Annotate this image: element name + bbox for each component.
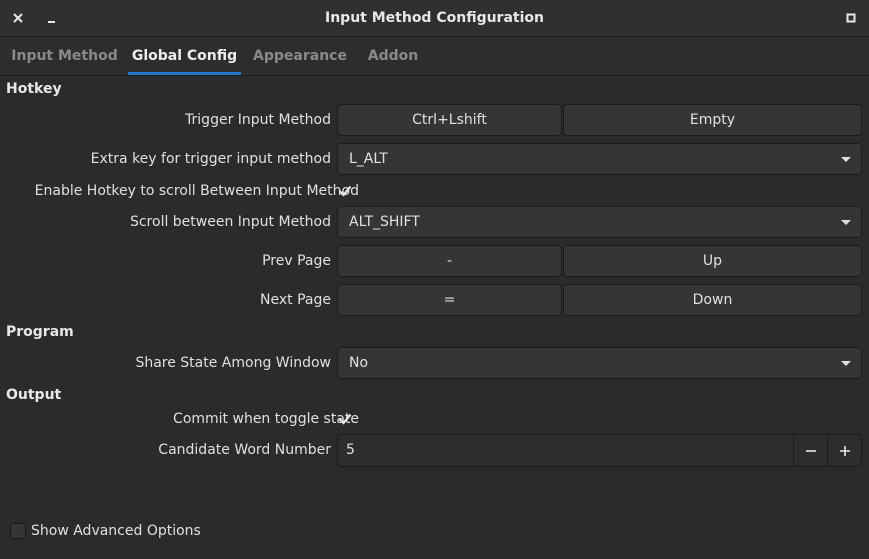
- increment-button[interactable]: [827, 435, 862, 466]
- share-state-label: Share State Among Window: [135, 355, 331, 371]
- tab-appearance[interactable]: Appearance: [248, 37, 352, 75]
- show-advanced-checkbox[interactable]: [10, 523, 26, 539]
- commit-toggle-label: Commit when toggle state: [173, 411, 359, 427]
- window-title: Input Method Configuration: [325, 10, 544, 26]
- commit-toggle-checkbox[interactable]: [337, 411, 353, 427]
- scroll-between-value: ALT_SHIFT: [349, 214, 420, 230]
- candidate-word-number-label: Candidate Word Number: [158, 442, 331, 458]
- candidate-word-number-spinner: 5: [337, 434, 862, 467]
- minus-icon: [806, 449, 816, 452]
- next-page-label: Next Page: [260, 292, 331, 308]
- maximize-icon[interactable]: [841, 8, 861, 28]
- trigger-key-primary-button[interactable]: Ctrl+Lshift: [337, 104, 562, 136]
- checkmark-icon: [338, 413, 352, 425]
- extra-key-label: Extra key for trigger input method: [90, 151, 331, 167]
- decrement-button[interactable]: [793, 435, 828, 466]
- tab-addon[interactable]: Addon: [359, 37, 427, 75]
- section-hotkey-heading: Hotkey: [6, 81, 62, 97]
- tab-global-config[interactable]: Global Config: [128, 37, 241, 75]
- share-state-dropdown[interactable]: No: [337, 347, 862, 379]
- chevron-down-icon: [841, 220, 851, 225]
- chevron-down-icon: [841, 157, 851, 162]
- enable-scroll-hotkey-checkbox[interactable]: [337, 183, 353, 199]
- next-page-key-secondary-button[interactable]: Down: [563, 284, 862, 316]
- prev-page-key-primary-button[interactable]: -: [337, 245, 562, 277]
- section-output-heading: Output: [6, 387, 62, 403]
- prev-page-key-secondary-button[interactable]: Up: [563, 245, 862, 277]
- extra-key-dropdown[interactable]: L_ALT: [337, 143, 862, 175]
- candidate-word-number-input[interactable]: 5: [346, 435, 355, 466]
- share-state-value: No: [349, 355, 369, 371]
- prev-page-label: Prev Page: [262, 253, 331, 269]
- scroll-between-label: Scroll between Input Method: [129, 214, 331, 230]
- checkmark-icon: [338, 185, 352, 197]
- section-program-heading: Program: [6, 324, 74, 340]
- show-advanced-label: Show Advanced Options: [31, 523, 201, 539]
- enable-scroll-hotkey-label: Enable Hotkey to scroll Between Input Me…: [34, 183, 359, 199]
- plus-icon: [840, 445, 850, 456]
- trigger-key-secondary-button[interactable]: Empty: [563, 104, 862, 136]
- chevron-down-icon: [841, 361, 851, 366]
- show-advanced-options[interactable]: Show Advanced Options: [10, 523, 201, 539]
- next-page-key-primary-button[interactable]: =: [337, 284, 562, 316]
- tab-input-method[interactable]: Input Method: [8, 37, 121, 75]
- trigger-input-method-label: Trigger Input Method: [185, 112, 331, 128]
- scroll-between-dropdown[interactable]: ALT_SHIFT: [337, 206, 862, 238]
- tab-bar: Input Method Global Config Appearance Ad…: [0, 37, 869, 76]
- title-bar: Input Method Configuration: [0, 0, 869, 37]
- extra-key-value: L_ALT: [349, 151, 388, 167]
